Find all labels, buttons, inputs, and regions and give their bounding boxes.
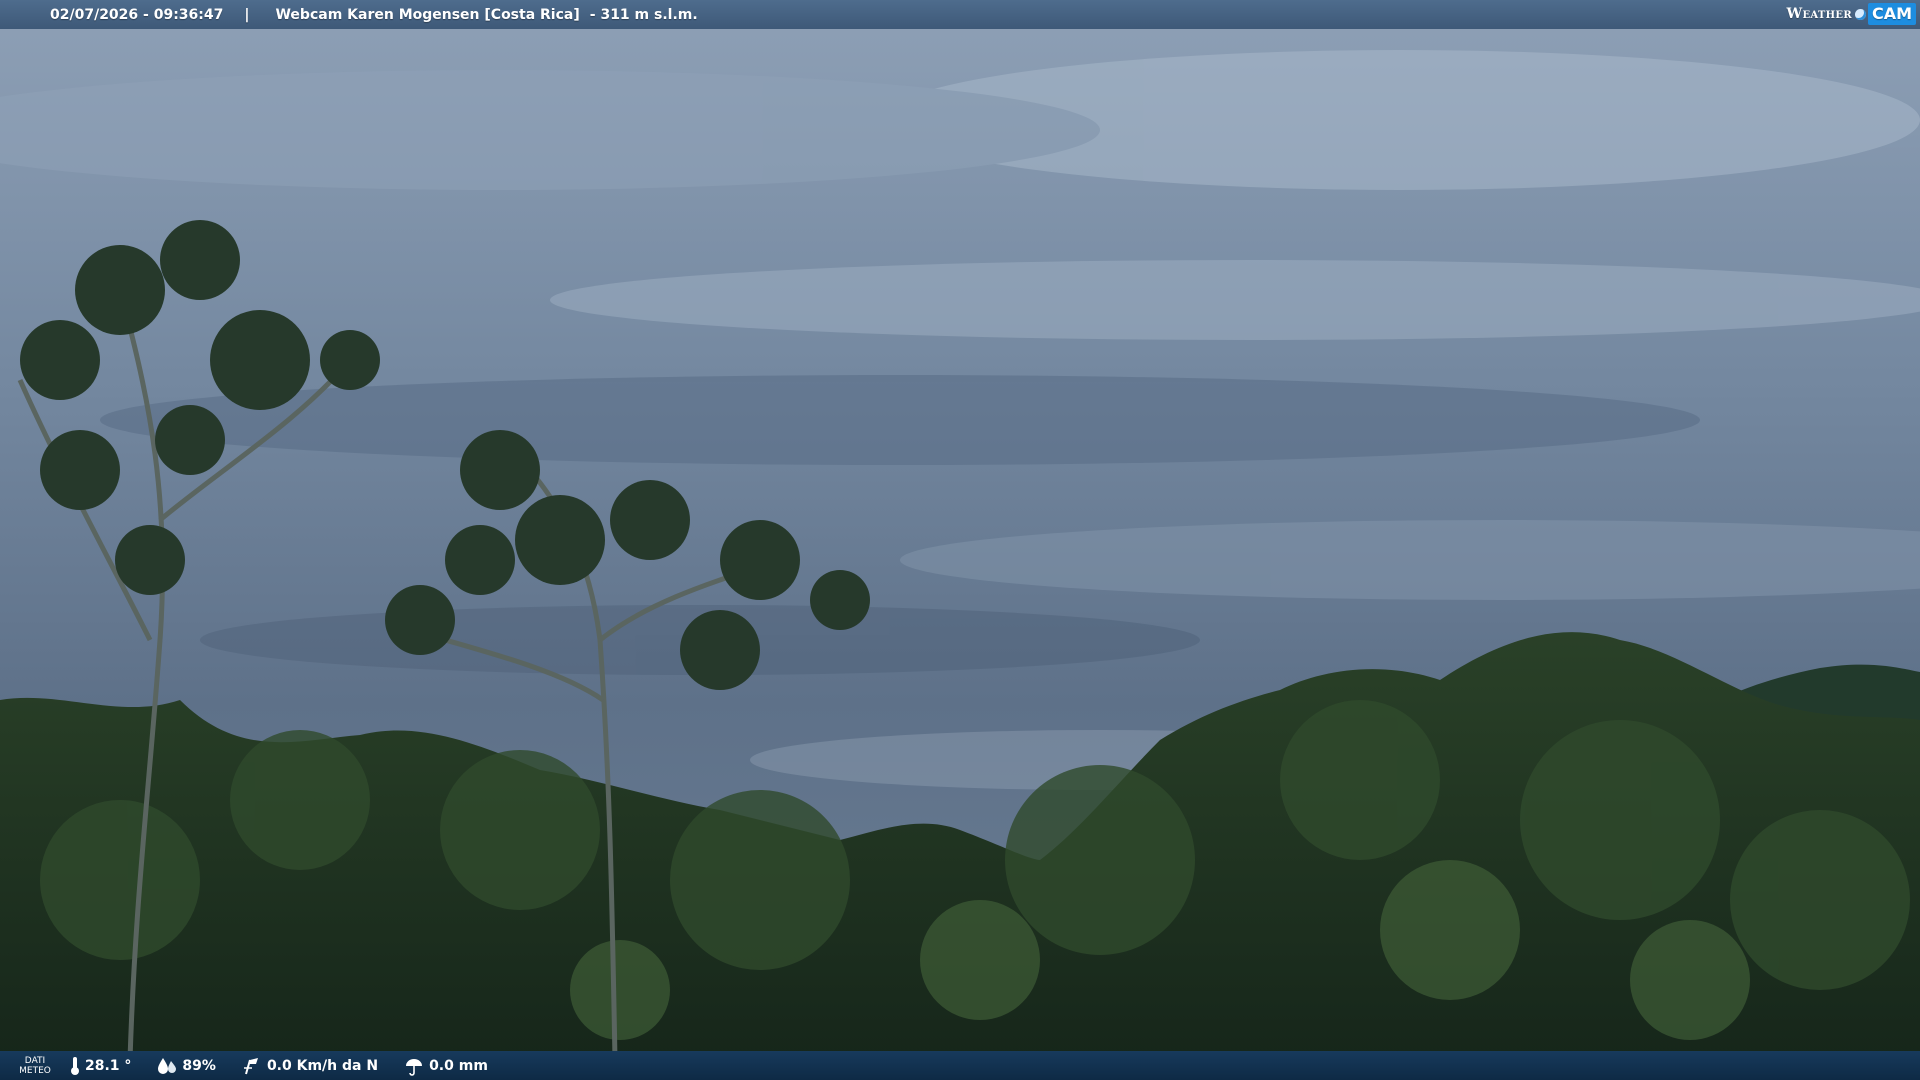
wind-metric: 0.0 Km/h da N	[242, 1056, 378, 1076]
timestamp: 02/07/2026 - 09:36:47	[50, 6, 224, 23]
wind-value: 0.0 Km/h da N	[266, 1057, 379, 1074]
wind-icon	[243, 1057, 258, 1074]
humidity-icon	[158, 1057, 177, 1074]
webcam-info-bar: 02/07/2026 - 09:36:47 | Webcam Karen Mog…	[0, 0, 1920, 29]
separator: |	[244, 6, 250, 23]
logo-dot-icon	[1854, 8, 1866, 20]
temperature-metric: 28.1 °	[70, 1056, 131, 1076]
rain-value: 0.0 mm	[429, 1057, 488, 1074]
humidity-metric: 89%	[157, 1057, 216, 1075]
weather-label-line2: METEO	[19, 1065, 51, 1076]
weather-label: DATI METEO	[0, 1056, 70, 1076]
webcam-scene	[0, 0, 1920, 1080]
brand-prefix: Weather	[1786, 6, 1852, 22]
webcam-title: Webcam Karen Mogensen [Costa Rica]	[275, 6, 580, 23]
humidity-value: 89%	[182, 1057, 216, 1074]
altitude: - 311 m s.l.m.	[589, 6, 698, 23]
temperature-value: 28.1 °	[85, 1057, 132, 1074]
umbrella-icon	[406, 1058, 423, 1076]
weather-label-line1: DATI	[24, 1055, 46, 1066]
brand-suffix: CAM	[1867, 3, 1916, 25]
rain-metric: 0.0 mm	[404, 1056, 488, 1076]
weather-data-bar: DATI METEO 28.1 ° 89% 0.0 Km/h da N 0.0 …	[0, 1051, 1920, 1080]
thermometer-icon	[71, 1056, 79, 1075]
weathercam-logo: Weather CAM	[1786, 3, 1916, 25]
